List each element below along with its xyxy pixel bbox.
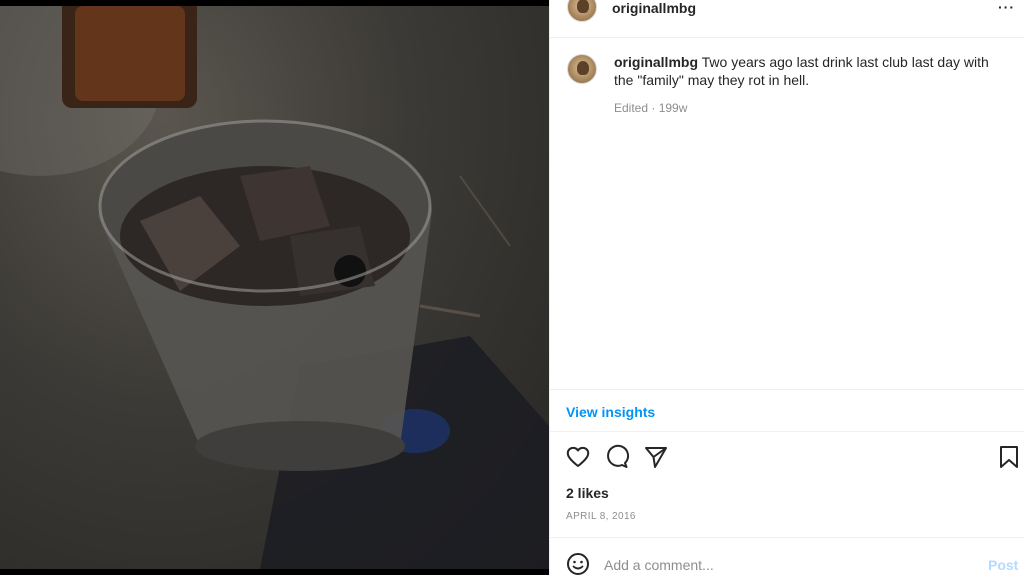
insights-bar: View insights [550, 389, 1024, 432]
post-date: APRIL 8, 2016 [566, 511, 636, 522]
caption-username[interactable]: originallmbg [614, 54, 698, 70]
heart-icon[interactable] [565, 444, 591, 470]
caption-meta: Edited · 199w [614, 101, 688, 115]
photo-bottom-border [0, 569, 549, 575]
caption-avatar[interactable] [567, 54, 597, 84]
photo-scene [0, 6, 549, 569]
view-insights-link[interactable]: View insights [566, 404, 655, 420]
post-details-panel: originallmbg ··· originallmbg Two years … [549, 0, 1024, 575]
bookmark-icon[interactable] [996, 444, 1022, 470]
post-header: originallmbg ··· [550, 0, 1024, 38]
post-comment-button[interactable]: Post [988, 557, 1018, 573]
post-photo[interactable] [0, 6, 549, 569]
share-icon[interactable] [643, 444, 669, 470]
more-horizontal-icon[interactable]: ··· [998, 0, 1015, 14]
action-bar [550, 444, 1024, 472]
likes-count[interactable]: 2 likes [566, 485, 609, 501]
caption-text: originallmbg Two years ago last drink la… [614, 53, 1004, 89]
avatar[interactable] [567, 0, 597, 22]
emoji-icon[interactable] [566, 552, 590, 575]
comment-bar: Post [550, 537, 1024, 575]
comment-input[interactable] [604, 555, 964, 575]
comment-icon[interactable] [604, 444, 630, 470]
header-username[interactable]: originallmbg [612, 0, 696, 16]
